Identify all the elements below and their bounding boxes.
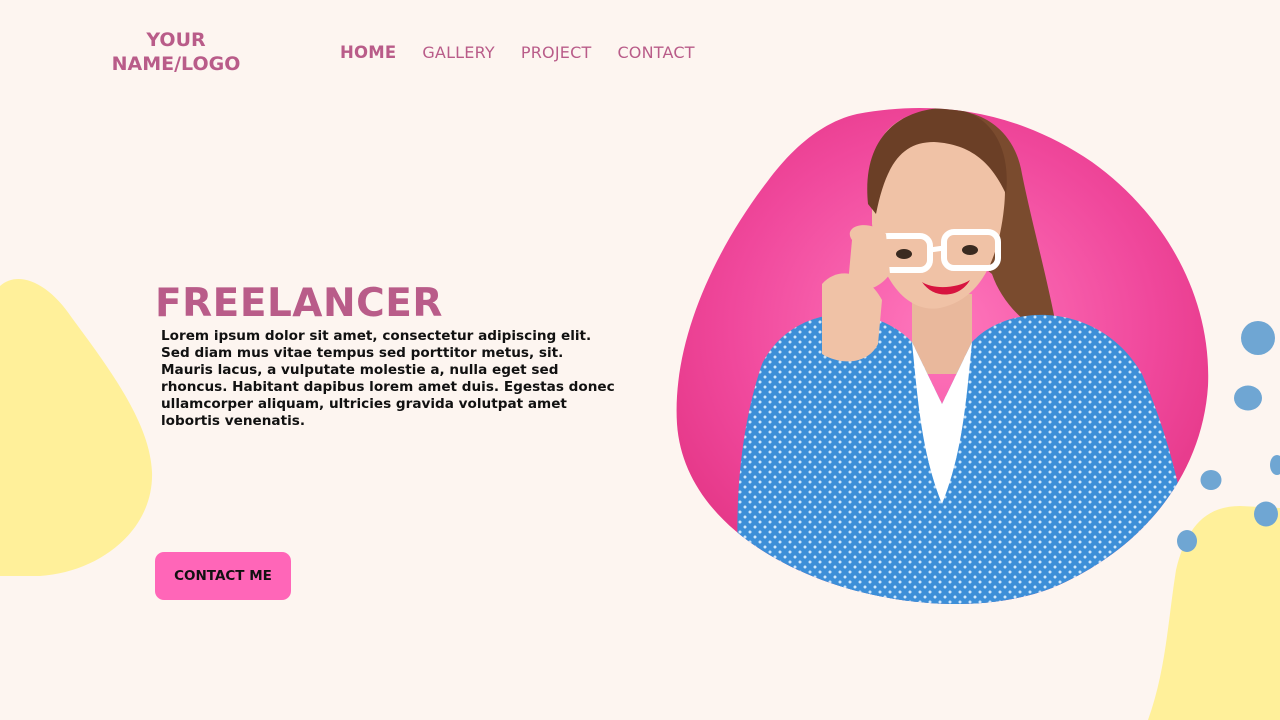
yellow-blob-left	[0, 279, 153, 576]
portrait-photo	[676, 108, 1209, 604]
hero-description: Lorem ipsum dolor sit amet, consectetur …	[161, 328, 615, 429]
main-nav: HOME GALLERY PROJECT CONTACT	[340, 40, 695, 64]
nav-home[interactable]: HOME	[340, 43, 396, 62]
hero-title: FREELANCER	[155, 281, 443, 326]
nav-gallery[interactable]: GALLERY	[422, 43, 495, 62]
nav-contact[interactable]: CONTACT	[617, 43, 694, 62]
nav-project[interactable]: PROJECT	[521, 43, 592, 62]
contact-me-button[interactable]: CONTACT ME	[155, 552, 291, 600]
site-logo[interactable]: YOUR NAME/LOGO	[92, 28, 260, 76]
logo-line-2: NAME/LOGO	[111, 53, 241, 75]
logo-line-1: YOUR	[146, 29, 206, 51]
